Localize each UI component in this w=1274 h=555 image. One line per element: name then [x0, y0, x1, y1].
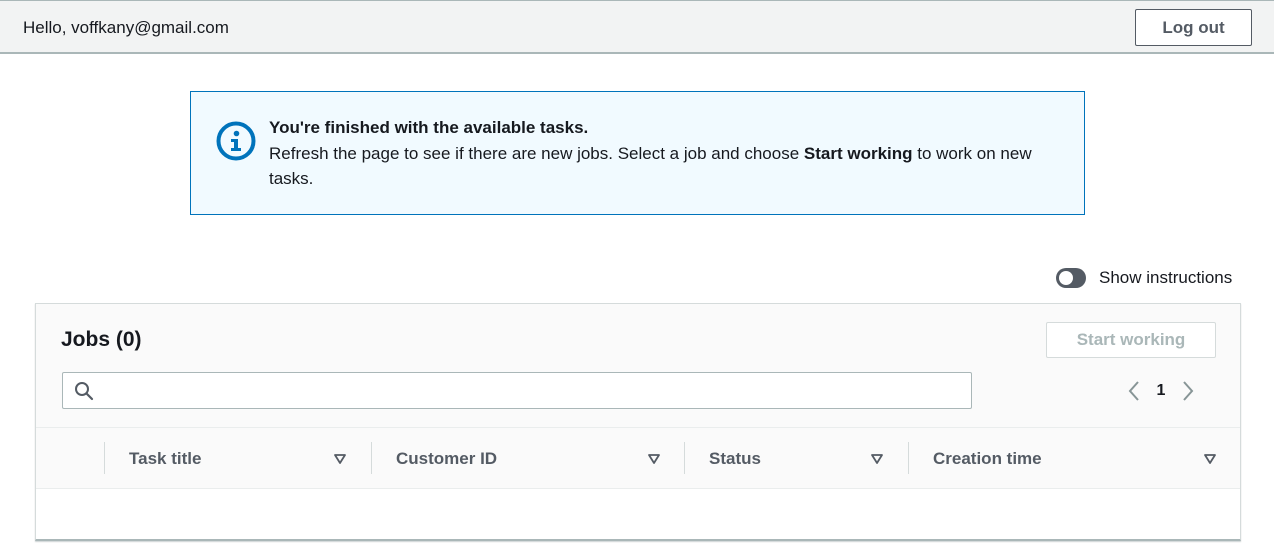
logout-button[interactable]: Log out	[1135, 9, 1252, 46]
sort-down-icon[interactable]	[647, 452, 661, 466]
toggle-knob	[1059, 271, 1073, 285]
table-header-row: Task title Customer ID Status Creation t…	[36, 428, 1240, 489]
search-box[interactable]	[62, 372, 972, 409]
alert-body-emphasis: Start working	[803, 144, 913, 163]
jobs-header: Jobs (0) Start working 1	[36, 304, 1240, 428]
top-bar: Hello, voffkany@gmail.com Log out	[0, 0, 1274, 54]
sort-down-icon[interactable]	[333, 452, 347, 466]
previous-page-icon[interactable]	[1124, 379, 1144, 403]
jobs-title: Jobs (0)	[61, 328, 142, 351]
search-icon	[75, 382, 94, 401]
column-label: Status	[709, 448, 761, 468]
column-header-status[interactable]: Status	[684, 428, 908, 489]
column-header-task-title[interactable]: Task title	[104, 428, 371, 489]
info-icon	[216, 121, 256, 161]
column-label: Creation time	[933, 448, 1042, 468]
column-divider	[104, 442, 105, 474]
pagination: 1	[1124, 379, 1198, 403]
sort-down-icon[interactable]	[870, 452, 884, 466]
sort-down-icon[interactable]	[1203, 452, 1217, 466]
column-label: Customer ID	[396, 448, 498, 468]
greeting-text: Hello, voffkany@gmail.com	[23, 18, 229, 37]
start-working-button[interactable]: Start working	[1046, 322, 1216, 358]
column-divider	[371, 442, 372, 474]
current-page-number[interactable]: 1	[1144, 382, 1178, 400]
toggle-switch[interactable]	[1056, 268, 1086, 288]
column-header-creation-time[interactable]: Creation time	[908, 428, 1240, 489]
alert-title: You're finished with the available tasks…	[269, 118, 589, 137]
toggle-label: Show instructions	[1099, 268, 1233, 287]
info-alert: You're finished with the available tasks…	[190, 91, 1085, 215]
alert-body: Refresh the page to see if there are new…	[269, 141, 1049, 191]
column-divider	[684, 442, 685, 474]
column-label: Task title	[129, 448, 202, 468]
jobs-table-container: Jobs (0) Start working 1 Task title Cust…	[35, 303, 1241, 541]
column-divider	[908, 442, 909, 474]
search-input[interactable]	[103, 377, 963, 405]
column-header-customer-id[interactable]: Customer ID	[371, 428, 684, 489]
show-instructions-toggle[interactable]: Show instructions	[1056, 266, 1232, 290]
next-page-icon[interactable]	[1178, 379, 1198, 403]
alert-body-text: Refresh the page to see if there are new…	[269, 144, 804, 163]
